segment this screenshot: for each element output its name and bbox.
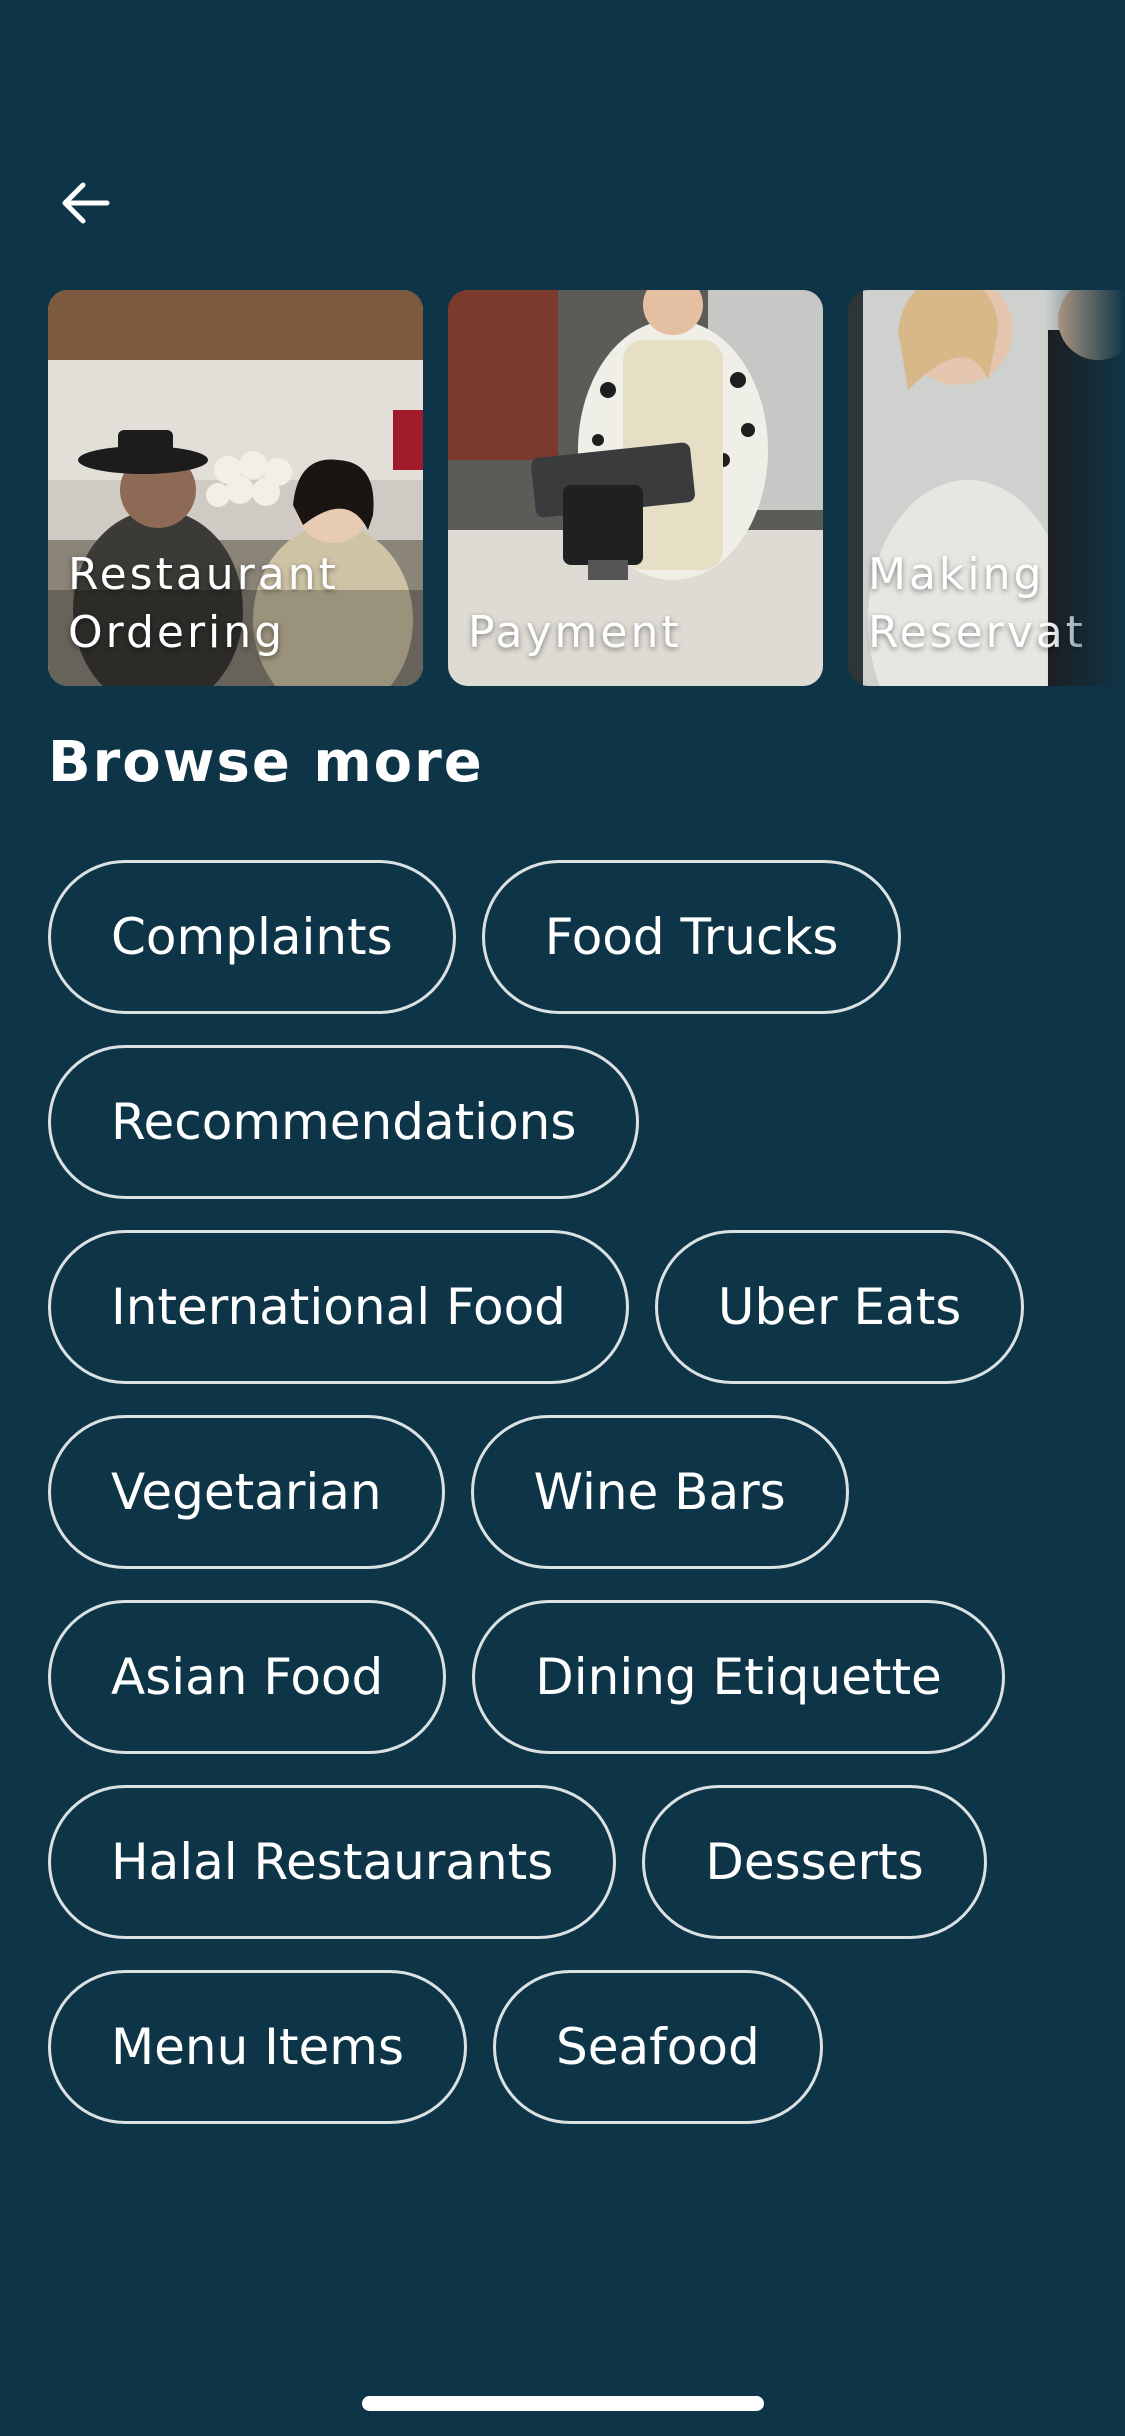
topic-chip-list: Complaints Food Trucks Recommendations I…: [48, 860, 1078, 2155]
chip-international-food[interactable]: International Food: [48, 1230, 629, 1384]
card-label: Payment: [468, 607, 682, 658]
chip-row: Recommendations: [48, 1045, 1078, 1199]
card-payment[interactable]: Payment: [448, 290, 823, 686]
chip-recommendations[interactable]: Recommendations: [48, 1045, 640, 1199]
chip-row: Complaints Food Trucks: [48, 860, 1078, 1014]
chip-dining-etiquette[interactable]: Dining Etiquette: [472, 1600, 1005, 1754]
chip-row: Vegetarian Wine Bars: [48, 1415, 1078, 1569]
chip-asian-food[interactable]: Asian Food: [48, 1600, 447, 1754]
chip-food-trucks[interactable]: Food Trucks: [481, 860, 902, 1014]
arrow-left-icon: [62, 182, 110, 224]
chip-halal-restaurants[interactable]: Halal Restaurants: [48, 1785, 617, 1939]
chip-vegetarian[interactable]: Vegetarian: [48, 1415, 445, 1569]
chip-desserts[interactable]: Desserts: [642, 1785, 987, 1939]
chip-row: Asian Food Dining Etiquette: [48, 1600, 1078, 1754]
chip-complaints[interactable]: Complaints: [48, 860, 456, 1014]
chip-menu-items[interactable]: Menu Items: [48, 1970, 468, 2124]
back-button[interactable]: [50, 168, 120, 238]
browse-more-title: Browse more: [48, 730, 484, 795]
chip-wine-bars[interactable]: Wine Bars: [470, 1415, 849, 1569]
chip-row: Halal Restaurants Desserts: [48, 1785, 1078, 1939]
chip-row: International Food Uber Eats: [48, 1230, 1078, 1384]
card-making-reservations[interactable]: Making Reservat: [848, 290, 1125, 686]
chip-row: Menu Items Seafood: [48, 1970, 1078, 2124]
home-indicator[interactable]: [362, 2396, 764, 2411]
card-label: Making Reservat: [868, 549, 1087, 658]
chip-seafood[interactable]: Seafood: [493, 1970, 823, 2124]
card-restaurant-ordering[interactable]: Restaurant Ordering: [48, 290, 423, 686]
card-label: Restaurant Ordering: [68, 549, 339, 658]
topic-carousel[interactable]: Restaurant Ordering Payment Making Reser…: [48, 290, 1125, 686]
chip-uber-eats[interactable]: Uber Eats: [654, 1230, 1025, 1384]
